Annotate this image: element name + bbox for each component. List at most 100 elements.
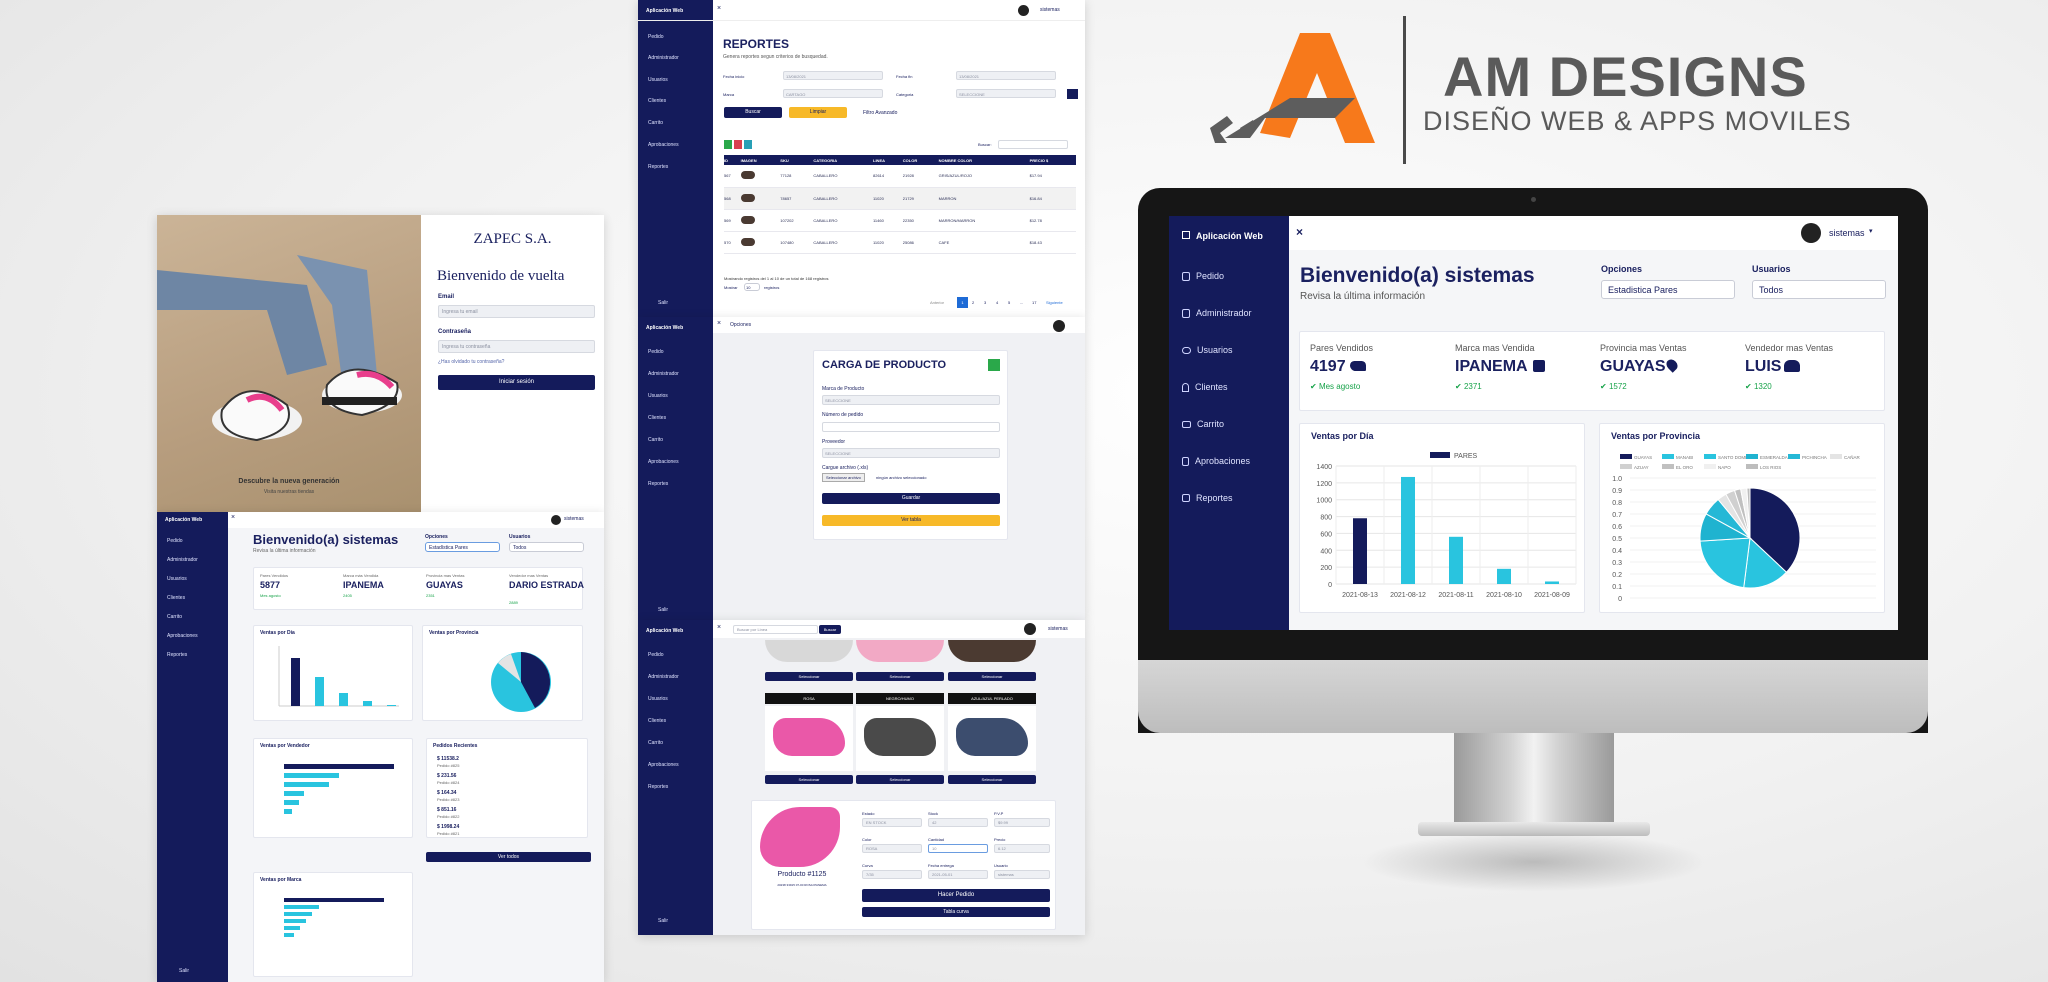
sidebar-item-pedido[interactable]: Pedido: [648, 34, 664, 40]
sidebar-item-carrito[interactable]: Carrito: [648, 740, 663, 746]
sidebar-item-administrador[interactable]: Administrador: [648, 55, 679, 61]
opciones-menu[interactable]: Opciones: [730, 322, 751, 328]
usuarios-select[interactable]: Todos: [509, 542, 584, 552]
table-search-input[interactable]: [998, 140, 1068, 149]
user-avatar[interactable]: [1024, 623, 1036, 635]
pdf-icon[interactable]: [734, 140, 742, 149]
sidebar-exit[interactable]: Salir: [179, 968, 189, 974]
sidebar-item-aprobaciones[interactable]: Aprobaciones: [648, 762, 679, 768]
close-icon[interactable]: ×: [717, 320, 721, 327]
select-product-button[interactable]: Seleccionar: [856, 672, 944, 681]
table-row[interactable]: 568 78657 CABALLERO 11020 21729 MARRON $16.84: [724, 187, 1076, 210]
table-row[interactable]: 570 107480 CABALLERO 11020 25086 CAFE $18.43: [724, 231, 1076, 254]
close-icon[interactable]: ×: [717, 624, 721, 631]
sidebar-item-usuarios[interactable]: Usuarios: [167, 576, 187, 582]
marca-select[interactable]: CARTAGO: [783, 89, 883, 98]
pedido-field[interactable]: [822, 422, 1000, 432]
sidebar-item-clientes[interactable]: Clientes: [648, 415, 666, 421]
forgot-password-link[interactable]: ¿Has olvidado tu contraseña?: [438, 359, 504, 365]
fecha-inicio-field[interactable]: 13/08/2021: [783, 71, 883, 80]
filtro-avanzado-link[interactable]: Filtro Avanzado: [863, 110, 897, 116]
sidebar-item-carrito[interactable]: Carrito: [1182, 419, 1224, 429]
login-button[interactable]: Iniciar sesión: [438, 375, 595, 390]
ver-todos-button[interactable]: Ver todos: [426, 852, 591, 862]
sidebar-item-administrador[interactable]: Administrador: [1182, 308, 1252, 318]
select-product-button[interactable]: Seleccionar: [765, 672, 853, 681]
user-menu[interactable]: sistemas: [564, 516, 584, 522]
print-icon[interactable]: [744, 140, 752, 149]
sidebar-item-aprobaciones[interactable]: Aprobaciones: [648, 142, 679, 148]
sidebar-item-carrito[interactable]: Carrito: [648, 120, 663, 126]
tabla-curva-button[interactable]: Tabla curva: [862, 907, 1050, 917]
page-last[interactable]: 17: [1032, 300, 1036, 305]
excel-icon[interactable]: [724, 140, 732, 149]
linea-search-input[interactable]: Buscar por Linea: [733, 625, 818, 634]
sidebar-item-pedido[interactable]: Pedido: [648, 349, 664, 355]
close-icon[interactable]: ×: [717, 5, 721, 12]
sidebar-item-carrito[interactable]: Carrito: [167, 614, 182, 620]
close-icon[interactable]: ×: [1296, 225, 1303, 239]
hacer-pedido-button[interactable]: Hacer Pedido: [862, 889, 1050, 902]
sidebar-exit[interactable]: Salir: [658, 918, 668, 924]
opciones-select[interactable]: Estadística Pares: [425, 542, 500, 552]
column-header[interactable]: ID: [724, 155, 741, 165]
page-4[interactable]: 4: [996, 300, 998, 305]
page-3[interactable]: 3: [984, 300, 986, 305]
sidebar-exit[interactable]: Salir: [658, 300, 668, 306]
email-field[interactable]: Ingresa tu email: [438, 305, 595, 318]
sidebar-item-reportes[interactable]: Reportes: [648, 784, 668, 790]
table-row[interactable]: 569 107202 CABALLERO 11460 22350 MARRON/MARRO…: [724, 209, 1076, 232]
curva-select[interactable]: 7/35: [862, 870, 922, 879]
file-select-button[interactable]: Seleccionar archivo: [822, 473, 865, 482]
password-field[interactable]: Ingresa tu contraseña: [438, 340, 595, 353]
user-menu[interactable]: sistemas: [1040, 7, 1060, 13]
sidebar-item-clientes[interactable]: Clientes: [167, 595, 185, 601]
close-icon[interactable]: ×: [231, 514, 235, 521]
user-avatar[interactable]: [1053, 320, 1065, 332]
page-5[interactable]: 5: [1008, 300, 1010, 305]
sidebar-item-clientes[interactable]: Clientes: [648, 718, 666, 724]
sidebar-item-clientes[interactable]: Clientes: [1182, 382, 1228, 392]
chevron-down-icon[interactable]: ▾: [1869, 227, 1873, 235]
excel-icon[interactable]: [988, 359, 1000, 371]
user-avatar[interactable]: [1018, 5, 1029, 16]
column-header[interactable]: COLOR: [902, 155, 939, 165]
sidebar-item-administrador[interactable]: Administrador: [648, 674, 679, 680]
next-page[interactable]: Siguiente: [1046, 300, 1063, 305]
sidebar-item-aprobaciones[interactable]: Aprobaciones: [167, 633, 198, 639]
select-product-button[interactable]: Seleccionar: [765, 775, 853, 784]
sidebar-item-administrador[interactable]: Administrador: [648, 371, 679, 377]
guardar-button[interactable]: Guardar: [822, 493, 1000, 504]
linea-search-button[interactable]: Buscar: [819, 625, 841, 634]
fecha-field[interactable]: 2021-05-01: [928, 870, 988, 879]
select-product-button[interactable]: Seleccionar: [948, 672, 1036, 681]
column-header[interactable]: IMAGEN: [740, 155, 781, 165]
table-row[interactable]: 567 77128 CABALLERO 82614 21928 GRIS/AZUL/ROJ…: [724, 165, 1076, 188]
sidebar-item-reportes[interactable]: Reportes: [648, 164, 668, 170]
prev-page[interactable]: Anterior: [930, 300, 944, 305]
opciones-select[interactable]: Estadistica Pares: [1601, 280, 1735, 299]
select-product-button[interactable]: Seleccionar: [948, 775, 1036, 784]
sidebar-item-pedido[interactable]: Pedido: [167, 538, 183, 544]
sidebar-item-carrito[interactable]: Carrito: [648, 437, 663, 443]
column-header[interactable]: SKU: [780, 155, 814, 165]
usuarios-select[interactable]: Todos: [1752, 280, 1886, 299]
sidebar-item-reportes[interactable]: Reportes: [648, 481, 668, 487]
sidebar-item-pedido[interactable]: Pedido: [648, 652, 664, 658]
sidebar-item-usuarios[interactable]: Usuarios: [648, 393, 668, 399]
select-product-button[interactable]: Seleccionar: [856, 775, 944, 784]
user-menu[interactable]: sistemas: [1829, 228, 1865, 238]
proveedor-select[interactable]: SELECCIONE: [822, 448, 1000, 458]
user-avatar[interactable]: [1801, 223, 1821, 243]
cantidad-stepper[interactable]: 10: [928, 844, 988, 853]
settings-icon[interactable]: [1067, 89, 1078, 99]
column-header[interactable]: LINEA: [873, 155, 903, 165]
sidebar-item-clientes[interactable]: Clientes: [648, 98, 666, 104]
column-header[interactable]: NOMBRE COLOR: [938, 155, 1030, 165]
user-avatar[interactable]: [551, 515, 561, 525]
sidebar-item-usuarios[interactable]: Usuarios: [1182, 345, 1233, 355]
fecha-fin-field[interactable]: 13/08/2021: [956, 71, 1056, 80]
page-size-select[interactable]: 10: [744, 283, 760, 291]
sidebar-exit[interactable]: Salir: [658, 607, 668, 613]
user-menu[interactable]: sistemas: [1048, 626, 1068, 632]
